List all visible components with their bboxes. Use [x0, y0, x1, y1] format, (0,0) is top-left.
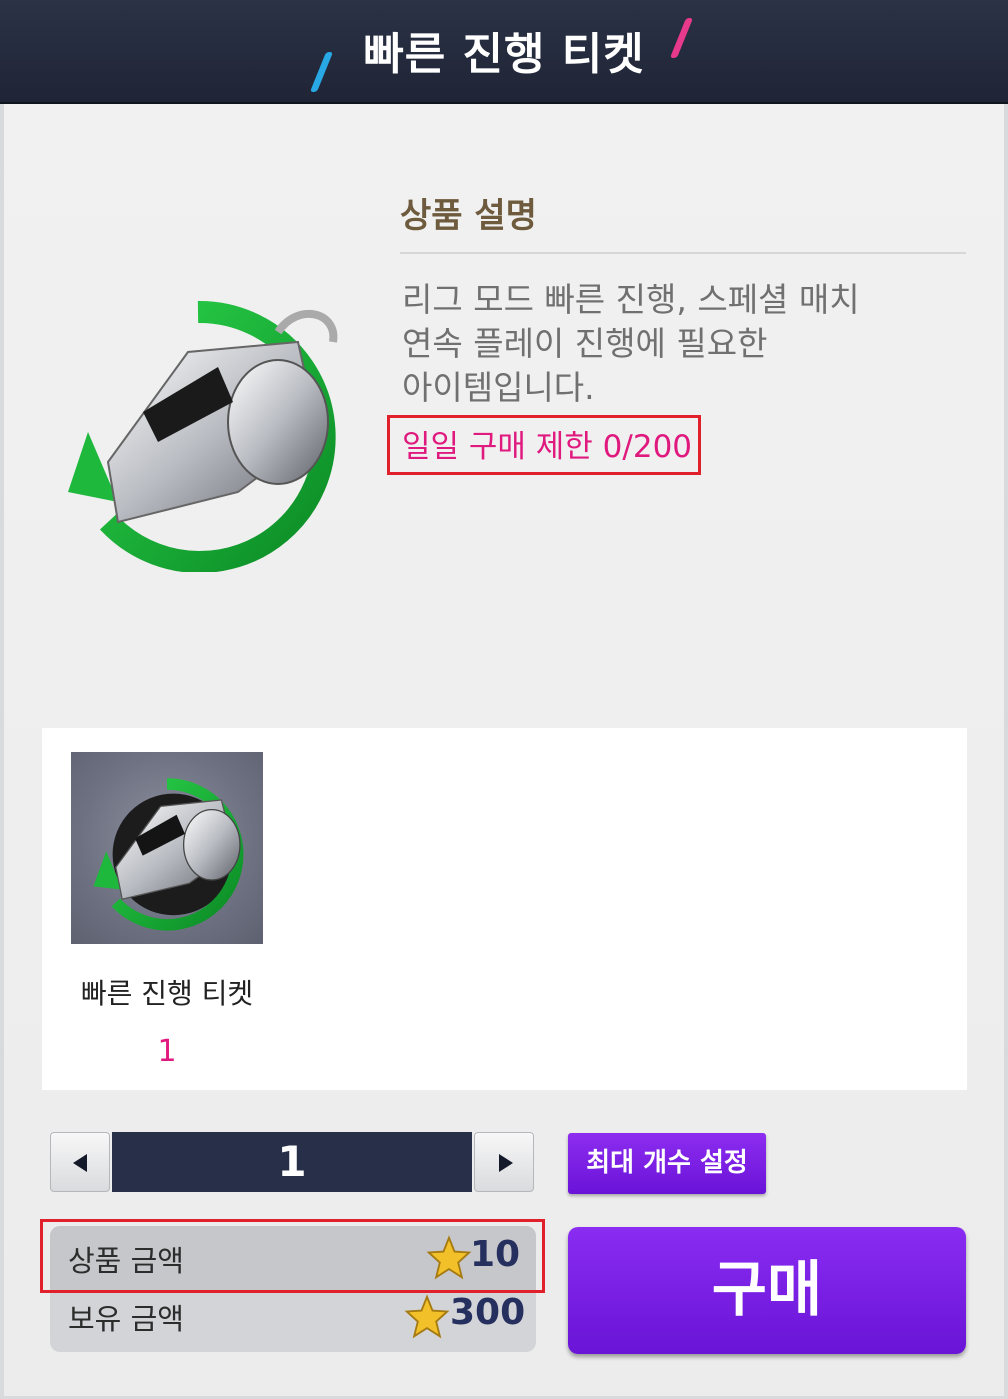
whistle-icon: [68, 300, 338, 572]
reward-count: 1: [157, 1034, 177, 1069]
highlight-box-limit: [387, 415, 701, 475]
reward-name: 빠른 진행 티켓: [80, 977, 254, 1010]
quantity-stepper: 1: [50, 1132, 536, 1194]
decrease-button[interactable]: [50, 1132, 110, 1192]
whistle-icon: [93, 778, 244, 931]
dialog-title: 빠른 진행 티켓: [363, 29, 645, 80]
description-text: 리그 모드 빠른 진행, 스페셜 매치 연속 플레이 진행에 필요한 아이템입니…: [402, 278, 962, 410]
quantity-value[interactable]: 1: [112, 1132, 472, 1192]
divider: [400, 252, 966, 254]
left-arrow-icon: [73, 1154, 87, 1172]
description-line: 아이템입니다.: [402, 368, 595, 407]
owned-amount-value: 300: [450, 1292, 526, 1333]
description-heading: 상품 설명: [400, 196, 537, 236]
dialog-frame: 빠른 진행 티켓 상품 설명 리그 모드 빠른 진행, 스페셜 매치 연속 플레…: [0, 0, 1008, 1399]
highlight-box-price: [40, 1219, 545, 1293]
reward-thumbnail[interactable]: [71, 752, 263, 944]
increase-button[interactable]: [474, 1132, 534, 1192]
buy-button[interactable]: 구매: [568, 1227, 966, 1354]
dialog-header: 빠른 진행 티켓: [0, 0, 1008, 104]
max-quantity-button[interactable]: 최대 개수 설정: [568, 1133, 766, 1194]
right-arrow-icon: [499, 1154, 513, 1172]
description-line: 연속 플레이 진행에 필요한: [402, 324, 768, 363]
owned-amount-label: 보유 금액: [68, 1302, 184, 1336]
description-line: 리그 모드 빠른 진행, 스페셜 매치: [402, 280, 860, 319]
star-icon: [404, 1294, 450, 1339]
